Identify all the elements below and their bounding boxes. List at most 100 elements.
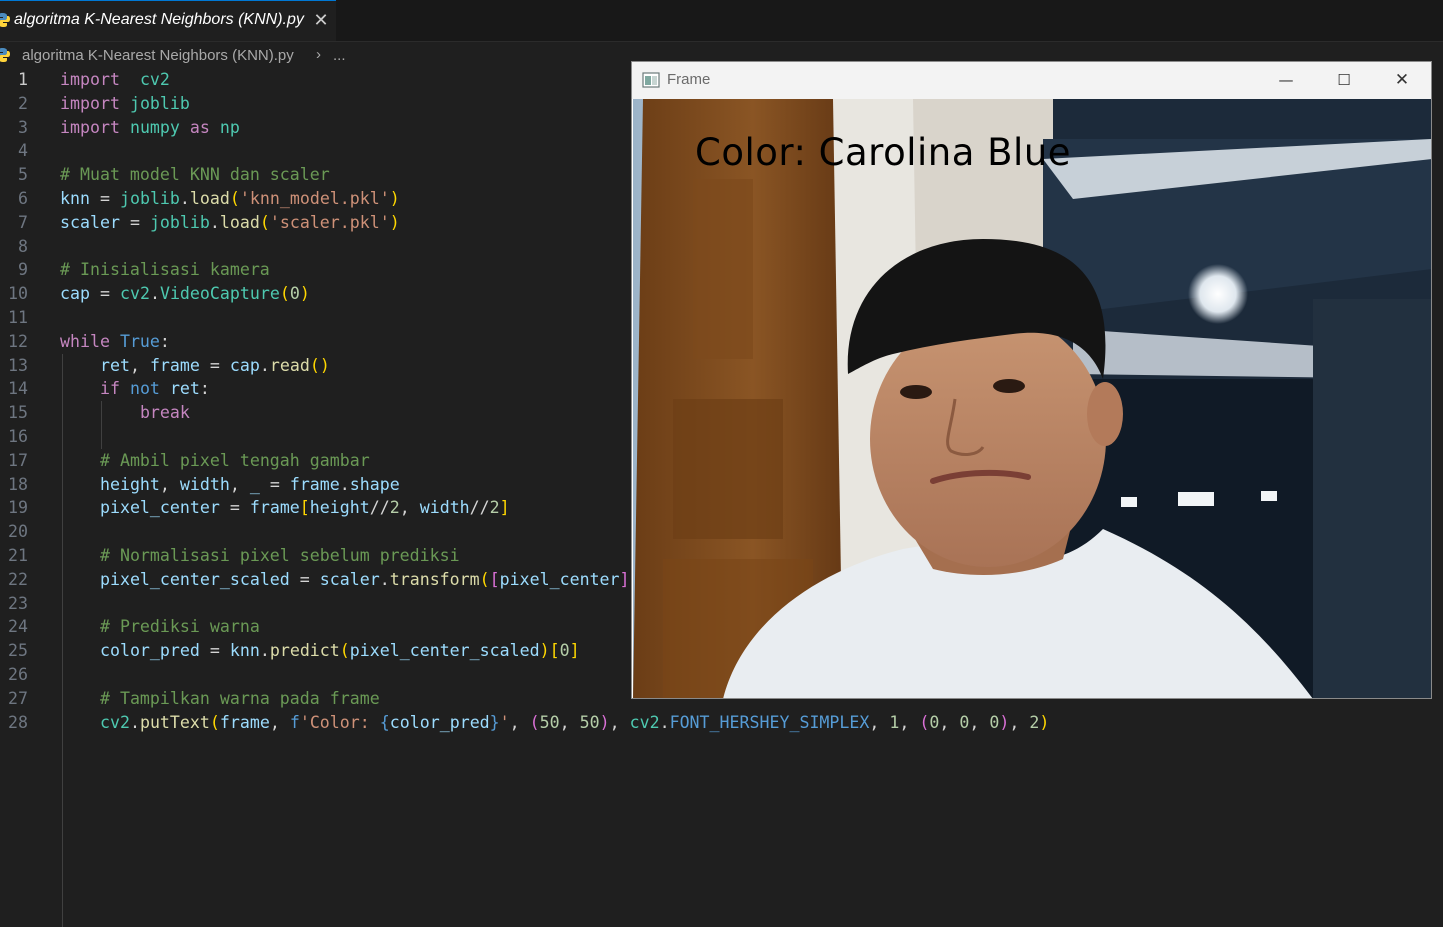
code-token: pixel_center xyxy=(499,569,620,589)
window-app-icon xyxy=(642,72,660,88)
minimize-button[interactable]: — xyxy=(1257,62,1315,99)
code-token: VideoCapture xyxy=(159,284,280,304)
line-number: 17 xyxy=(8,450,28,470)
code-token: [ xyxy=(549,641,560,661)
chevron-right-icon: › xyxy=(316,46,321,63)
code-token: ) xyxy=(599,712,610,732)
python-file-icon xyxy=(0,48,10,62)
code-token: frame xyxy=(149,355,200,375)
code-token: // xyxy=(469,498,490,518)
code-token: . xyxy=(339,474,350,494)
close-button[interactable]: ✕ xyxy=(1373,62,1431,99)
code-token: , xyxy=(609,712,630,732)
line-number: 26 xyxy=(8,665,28,684)
tab-active-file[interactable]: algoritma K-Nearest Neighbors (KNN).py ✕ xyxy=(0,0,336,41)
line-number: 2 xyxy=(18,93,28,113)
breadcrumb-file[interactable]: algoritma K-Nearest Neighbors (KNN).py xyxy=(22,47,294,64)
code-token: np xyxy=(219,117,240,137)
frame-window[interactable]: Frame — ☐ ✕ Color: Carolina Blue xyxy=(631,61,1432,699)
code-text: # Muat model KNN dan scaler xyxy=(60,163,330,187)
code-token: , xyxy=(509,712,530,732)
maximize-button[interactable]: ☐ xyxy=(1315,62,1373,99)
code-token: # Muat model KNN dan scaler xyxy=(60,165,330,185)
line-number: 18 xyxy=(8,474,28,494)
code-token: . xyxy=(149,284,160,304)
code-token: putText xyxy=(139,712,210,732)
code-token: import xyxy=(60,70,120,89)
code-text: knn = joblib.load('knn_model.pkl') xyxy=(60,187,400,211)
code-token: = xyxy=(119,212,150,232)
code-text: cv2.putText(frame, f'Color: {color_pred}… xyxy=(60,711,1049,735)
code-token: , xyxy=(269,712,290,732)
code-token: numpy xyxy=(129,117,180,137)
code-token: color_pred xyxy=(389,712,490,732)
code-token: 50 xyxy=(539,712,560,732)
code-token: if xyxy=(99,379,120,399)
code-token: , xyxy=(969,712,990,732)
code-token: knn xyxy=(229,641,260,661)
code-token: 2 xyxy=(1029,712,1040,732)
code-token: . xyxy=(659,712,670,732)
code-line[interactable]: 28 cv2.putText(frame, f'Color: {color_pr… xyxy=(0,711,1443,735)
breadcrumb-more[interactable]: ... xyxy=(333,47,346,64)
code-token: 2 xyxy=(389,498,400,518)
frame-titlebar[interactable]: Frame — ☐ ✕ xyxy=(632,62,1431,99)
code-token: break xyxy=(139,403,190,423)
code-token: 'scaler.pkl' xyxy=(269,212,390,232)
line-number: 11 xyxy=(8,308,28,327)
code-token: load xyxy=(219,212,260,232)
code-token: # Ambil pixel tengah gambar xyxy=(99,450,370,470)
code-token: ret xyxy=(99,355,130,375)
code-token: , xyxy=(159,474,180,494)
line-number: 10 xyxy=(8,284,28,304)
code-token: frame xyxy=(289,474,340,494)
line-number: 4 xyxy=(18,141,28,161)
code-text: break xyxy=(60,401,190,425)
code-token: cv2 xyxy=(629,712,660,732)
code-token: ) xyxy=(1039,712,1050,732)
code-token: = xyxy=(199,641,230,661)
code-token: read xyxy=(269,355,310,375)
line-number: 1 xyxy=(18,70,28,89)
line-number: 8 xyxy=(18,236,28,256)
camera-frame: Color: Carolina Blue xyxy=(633,99,1431,698)
code-token: # Inisialisasi kamera xyxy=(60,260,270,280)
code-text: scaler = joblib.load('scaler.pkl') xyxy=(60,211,400,235)
breadcrumb: algoritma K-Nearest Neighbors (KNN).py ›… xyxy=(0,44,640,68)
code-token: ( xyxy=(279,284,290,304)
line-number: 21 xyxy=(8,546,28,565)
code-token: knn xyxy=(60,189,90,208)
code-token: = xyxy=(289,569,320,589)
code-token: not xyxy=(129,379,160,399)
code-token: color_pred xyxy=(99,641,200,661)
code-token: True xyxy=(119,331,160,351)
code-token: = xyxy=(89,189,120,208)
code-token: predict xyxy=(269,641,340,661)
code-token: # Normalisasi pixel sebelum prediksi xyxy=(99,546,460,565)
close-icon[interactable]: ✕ xyxy=(311,9,331,31)
code-token: pixel_center_scaled xyxy=(99,569,290,589)
code-token: 0 xyxy=(989,712,1000,732)
code-token: pixel_center xyxy=(99,498,220,518)
code-token: . xyxy=(259,641,270,661)
code-token: = xyxy=(219,498,250,518)
code-token: , xyxy=(939,712,960,732)
code-token: # Tampilkan warna pada frame xyxy=(99,688,380,708)
code-token: FONT_HERSHEY_SIMPLEX xyxy=(669,712,870,732)
code-token: . xyxy=(379,569,390,589)
line-number: 28 xyxy=(8,712,28,732)
line-number: 12 xyxy=(8,331,28,351)
code-token: import xyxy=(60,117,120,137)
code-token: width xyxy=(419,498,470,518)
code-token: = xyxy=(89,284,120,304)
code-token: ( xyxy=(259,212,270,232)
